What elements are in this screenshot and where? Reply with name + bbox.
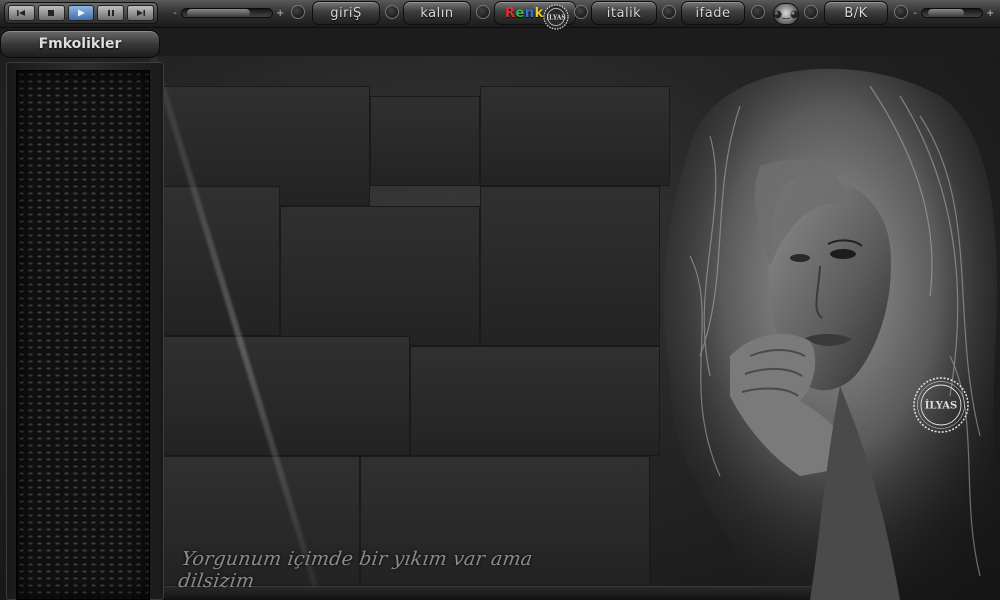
- renk-letter: n: [524, 5, 535, 21]
- ilyas-seal-watermark: İLYAS: [913, 377, 969, 433]
- bw-button[interactable]: B/K: [824, 1, 888, 25]
- rewind-icon: [17, 10, 26, 16]
- second-slider-plus: +: [986, 7, 995, 19]
- stop-button[interactable]: [37, 5, 65, 21]
- ifade-radio[interactable]: [662, 5, 676, 19]
- volume-slider-group: - +: [172, 5, 285, 21]
- ilyas-seal-small: İLYAS: [543, 4, 569, 30]
- smiley-icon[interactable]: ◕‿◕: [773, 3, 799, 25]
- pause-icon: [107, 10, 114, 16]
- second-slider-radio[interactable]: [894, 5, 908, 19]
- kalin-radio[interactable]: [385, 5, 399, 19]
- smiley-radio[interactable]: [751, 5, 765, 19]
- italic-button[interactable]: italik: [591, 1, 657, 25]
- bk-radio[interactable]: [804, 5, 818, 19]
- forward-button[interactable]: [127, 5, 154, 21]
- top-toolbar: - + giriŞ kalın Renk İLYAS italik ifade …: [0, 0, 1000, 30]
- second-slider-fill: [928, 9, 964, 17]
- watermark-label: İLYAS: [925, 399, 958, 412]
- second-slider-group: - +: [912, 5, 995, 21]
- volume-minus-label: -: [173, 7, 177, 19]
- play-button[interactable]: [67, 5, 95, 21]
- volume-slider[interactable]: [181, 8, 273, 18]
- giris-button[interactable]: giriŞ: [312, 1, 380, 25]
- emoticon-button[interactable]: ifade: [681, 1, 745, 25]
- play-icon: [77, 9, 85, 17]
- seal-small-label: İLYAS: [546, 15, 566, 22]
- volume-plus-label: +: [276, 7, 285, 19]
- volume-slider-fill: [187, 9, 251, 17]
- giris-radio[interactable]: [291, 5, 305, 19]
- stop-icon: [48, 10, 55, 16]
- forward-icon: [136, 10, 145, 16]
- portrait-image: [663, 68, 997, 600]
- pause-button[interactable]: [97, 5, 125, 21]
- second-slider[interactable]: [921, 8, 983, 18]
- media-transport-controls: [4, 2, 158, 24]
- italik-radio[interactable]: [574, 5, 588, 19]
- renk-radio[interactable]: [476, 5, 490, 19]
- background-caption: Yorgunum içimde bir yıkım var ama dilsiz…: [176, 548, 534, 592]
- bold-button[interactable]: kalın: [403, 1, 471, 25]
- rewind-button[interactable]: [8, 5, 35, 21]
- renk-letter: R: [505, 5, 516, 21]
- renk-letter: e: [515, 5, 525, 21]
- speaker-grille: [16, 70, 150, 600]
- second-slider-minus: -: [913, 7, 917, 19]
- room-tab-fmkolikler[interactable]: Fmkolikler: [0, 30, 160, 58]
